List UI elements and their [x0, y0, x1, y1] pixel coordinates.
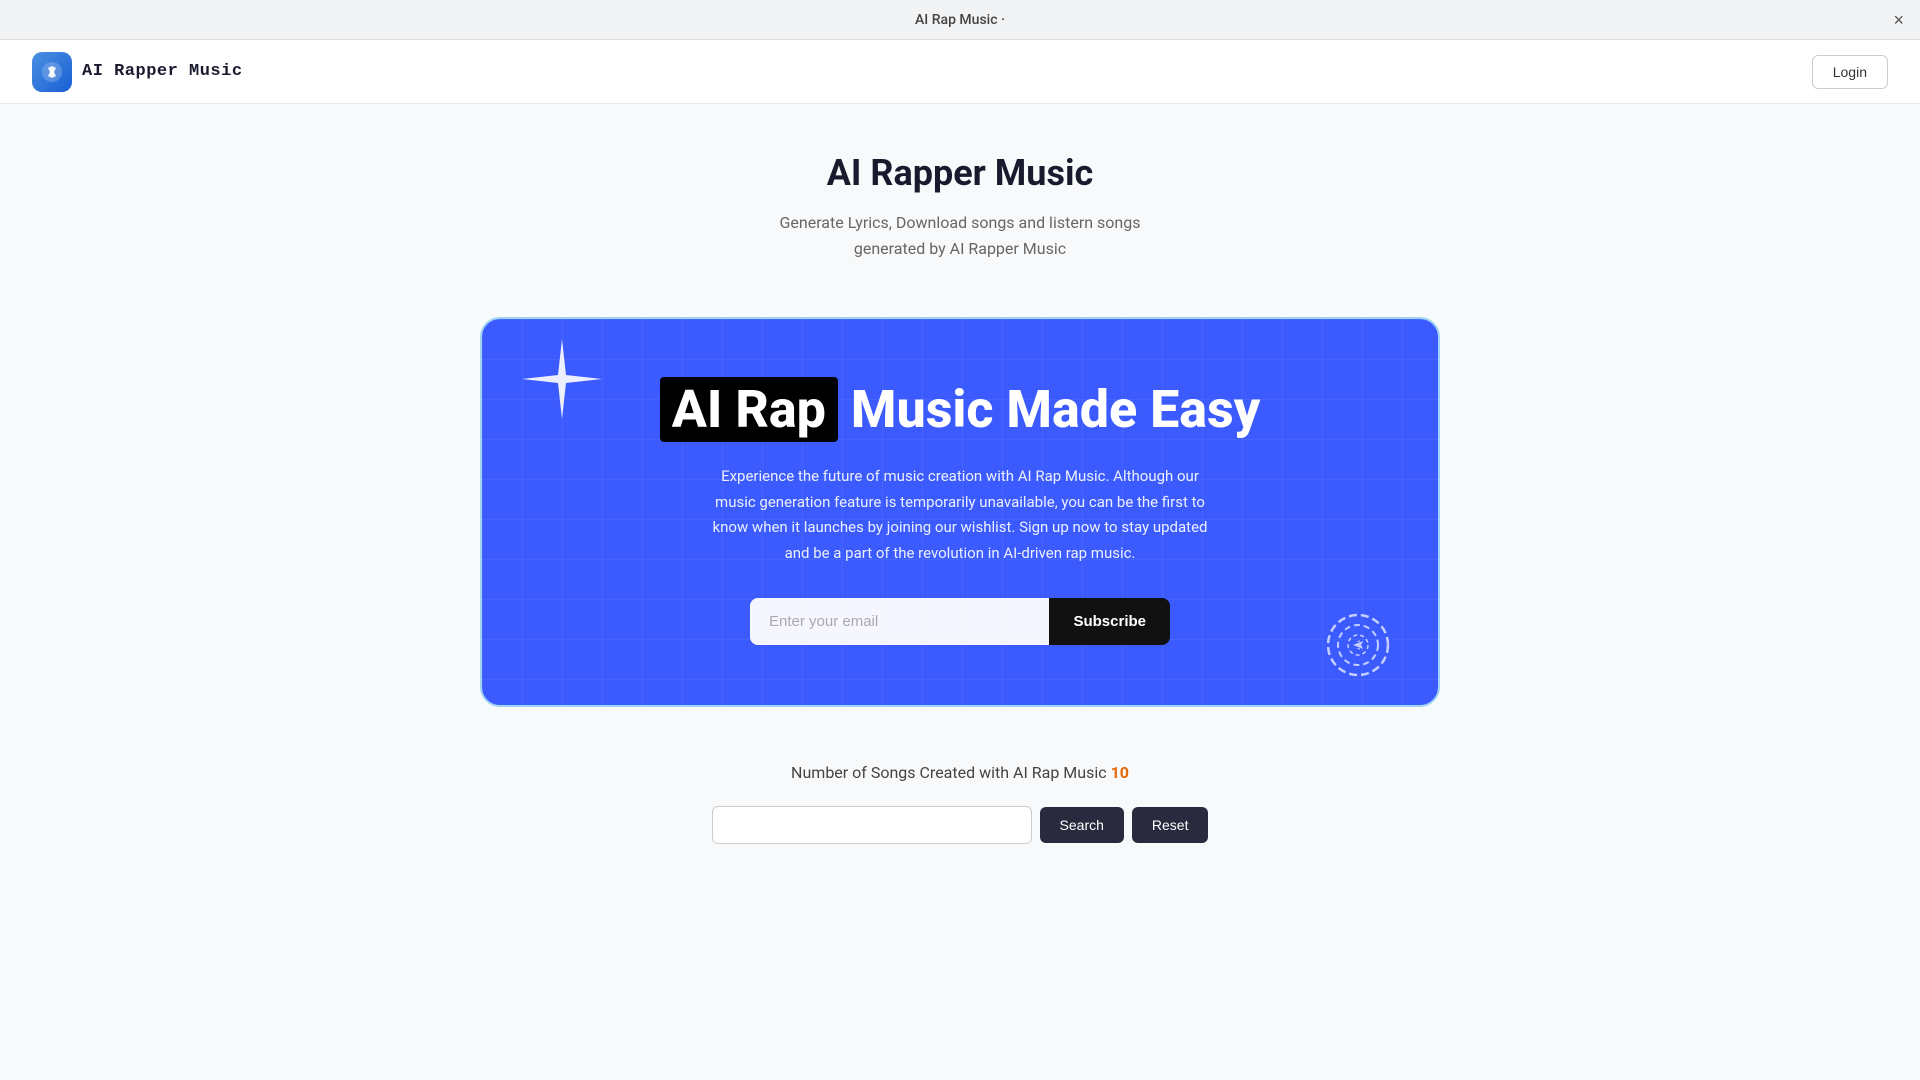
search-section: Search Reset: [712, 806, 1209, 844]
browser-bar: AI Rap Music · ×: [0, 0, 1920, 40]
subscribe-button[interactable]: Subscribe: [1049, 598, 1170, 645]
login-button[interactable]: Login: [1812, 55, 1888, 89]
songs-count-label: Number of Songs Created with AI Rap Musi…: [791, 763, 1107, 782]
hero-subtitle-line2: generated by AI Rapper Music: [779, 236, 1140, 262]
songs-count-text: Number of Songs Created with AI Rap Musi…: [791, 763, 1129, 782]
subscribe-form: Subscribe: [750, 598, 1170, 645]
page-title: AI Rapper Music: [779, 152, 1140, 194]
main-content: AI Rapper Music Generate Lyrics, Downloa…: [0, 104, 1920, 884]
logo-icon: [32, 52, 72, 92]
browser-tab-title: AI Rap Music ·: [915, 12, 1005, 28]
headline-highlight: AI Rap: [660, 377, 838, 442]
brand-logo: AI Rapper Music: [32, 52, 243, 92]
search-button[interactable]: Search: [1040, 807, 1124, 843]
hero-section: AI Rapper Music Generate Lyrics, Downloa…: [779, 152, 1140, 261]
email-input[interactable]: [750, 598, 1049, 645]
search-input[interactable]: [712, 806, 1032, 844]
browser-close-button[interactable]: ×: [1893, 11, 1904, 29]
banner-card: AI Rap Music Made Easy Experience the fu…: [480, 317, 1440, 707]
hero-subtitle-line1: Generate Lyrics, Download songs and list…: [779, 210, 1140, 236]
headline-part2: Music Made Easy: [851, 379, 1260, 440]
reset-button[interactable]: Reset: [1132, 807, 1209, 843]
spiral-decoration: [1318, 605, 1398, 685]
brand-name: AI Rapper Music: [82, 62, 243, 81]
navbar: AI Rapper Music Login: [0, 40, 1920, 104]
songs-count-section: Number of Songs Created with AI Rap Musi…: [791, 763, 1129, 782]
banner-headline: AI Rap Music Made Easy: [582, 379, 1338, 440]
songs-count-number: 10: [1111, 763, 1129, 782]
banner-description: Experience the future of music creation …: [700, 464, 1220, 566]
